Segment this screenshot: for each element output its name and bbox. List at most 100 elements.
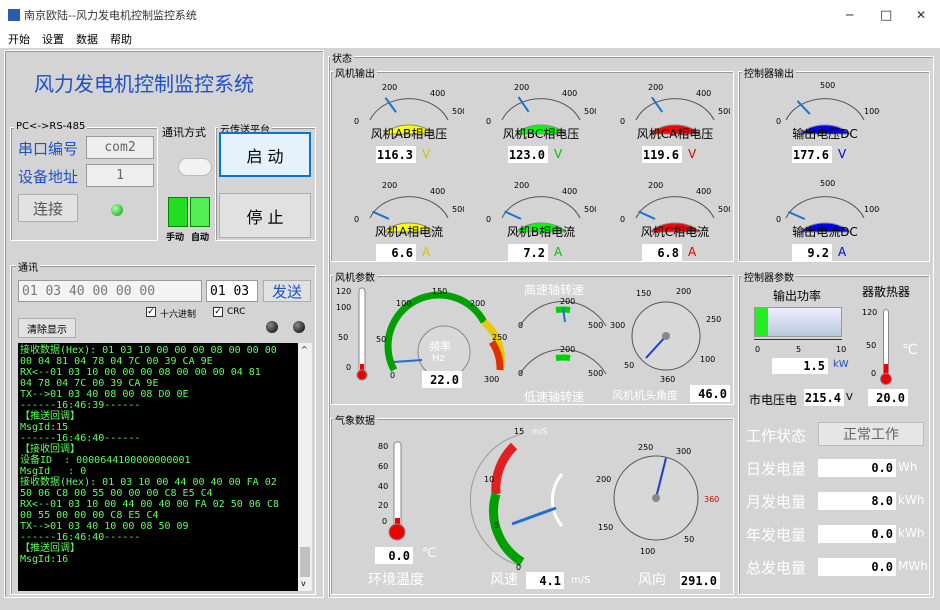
thermo-tick: 120 (336, 287, 351, 296)
wind-output-label: 风机输出 (333, 65, 377, 80)
console-scrollbar[interactable]: ^ v (298, 343, 312, 591)
thermo-tube (358, 287, 366, 373)
heat-tick: 120 (862, 308, 878, 317)
gauge-label: 输出电压DC (792, 127, 858, 141)
thermo-tick: 100 (336, 303, 351, 312)
crc-checkbox[interactable]: ✓ (213, 307, 223, 317)
gauge-value: 116.3 (376, 146, 416, 163)
gauge-unit: A (554, 245, 563, 259)
clear-display-button[interactable]: 清除显示 (18, 318, 76, 338)
freq-unit: Hz (432, 353, 445, 364)
send-data-input[interactable]: 01 03 40 00 00 00 (18, 280, 202, 302)
thermo-tick: 0 (346, 363, 351, 372)
high-shaft-tick: 0 (518, 321, 523, 330)
mains-unit: V (846, 392, 853, 403)
hex-checkbox[interactable]: ✓ (146, 307, 156, 317)
connection-led (111, 204, 123, 216)
energy-label: 总发电量 (746, 559, 807, 577)
address-label: 设备地址 (18, 168, 79, 186)
wind-dir-label: 风向 (638, 572, 666, 588)
menu-start[interactable]: 开始 (8, 31, 30, 47)
freq-tick: 200 (470, 299, 485, 308)
maximize-button[interactable]: □ (880, 8, 892, 23)
manual-label: 手动 (166, 233, 185, 243)
manual-switch[interactable] (168, 197, 188, 227)
gauge-needle (384, 97, 397, 113)
freq-tick: 0 (390, 371, 395, 380)
wind-needle (511, 506, 557, 526)
head-tick: 200 (676, 287, 691, 296)
head-tick: 300 (610, 321, 625, 330)
heat-unit: ℃ (902, 342, 918, 358)
gauge-tick: 500 (452, 205, 464, 214)
gauge-value: 7.2 (508, 244, 548, 261)
address-field[interactable]: 1 (86, 164, 154, 187)
temp-tick: 0 (382, 517, 387, 526)
crc-checkbox-label: CRC (227, 307, 246, 317)
dir-tick: 150 (598, 523, 613, 532)
gauge-tick: 500 (820, 179, 835, 188)
comm-mode-toggle[interactable] (178, 158, 212, 176)
wind-tick: 0 (516, 563, 521, 572)
tx-led (293, 321, 305, 333)
freq-tick: 100 (396, 299, 411, 308)
console-output: 接收数据(Hex): 01 03 10 00 00 00 08 00 00 00… (18, 343, 298, 591)
freq-needle (393, 359, 423, 363)
gauge-tick: 500 (584, 205, 596, 214)
wind-tick: 10 (484, 475, 494, 484)
high-shaft-tick: 500 (588, 321, 603, 330)
work-status-label: 工作状态 (746, 427, 807, 445)
menu-data[interactable]: 数据 (76, 31, 98, 47)
close-button[interactable]: ✕ (916, 8, 926, 22)
dir-tick: 250 (638, 443, 653, 452)
gauge-unit: V (688, 147, 697, 161)
energy-value: 8.0 (818, 492, 896, 510)
wind-tick: 15 (514, 427, 524, 436)
gauge-tick: 400 (562, 187, 577, 196)
temp-value: 0.0 (375, 547, 413, 564)
dir-tick: 100 (640, 547, 655, 556)
ctrl-output-label: 控制器输出 (742, 65, 796, 80)
window-title: 南京欧陆--风力发电机控制监控系统 (24, 9, 197, 22)
wind-speed-label: 风速 (490, 572, 518, 588)
minimize-button[interactable]: ─ (846, 8, 853, 22)
power-value: 1.5 (772, 358, 828, 374)
gauge-tick: 500 (820, 81, 835, 90)
stop-button[interactable]: 停 止 (219, 193, 311, 238)
head-tick: 50 (624, 361, 634, 370)
gauge-label: 风机C相电流 (640, 225, 710, 239)
head-tick: 150 (636, 289, 651, 298)
gauge-tick: 1000 (864, 205, 880, 214)
gauge-tick: 400 (430, 89, 445, 98)
temp-thermo-bulb (388, 523, 406, 541)
low-shaft-tick: 200 (560, 345, 575, 354)
menu-settings[interactable]: 设置 (42, 31, 64, 47)
wind-tick: 5 (494, 521, 499, 530)
gauge-tick: 200 (382, 181, 397, 190)
gauge-needle (372, 210, 390, 220)
send-button[interactable]: 发送 (263, 280, 311, 302)
temp-tick: 20 (378, 501, 388, 510)
comm-group-label: 通讯 (16, 259, 40, 274)
energy-unit: Wh (898, 460, 918, 474)
dir-tick: 360 (704, 495, 719, 504)
gauge-label: 风机B相电流 (506, 225, 576, 239)
energy-unit: MWh (898, 559, 928, 573)
start-button[interactable]: 启 动 (219, 132, 311, 177)
energy-unit: kWh (898, 526, 925, 540)
power-bar (754, 307, 842, 337)
work-status-value: 正常工作 (818, 422, 924, 446)
gauge-tick: 400 (696, 89, 711, 98)
connect-button[interactable]: 连接 (18, 194, 78, 222)
comm-mode-label: 通讯方式 (162, 126, 206, 139)
gauge-value: 119.6 (642, 146, 682, 163)
energy-value: 0.0 (818, 525, 896, 543)
port-field[interactable]: com2 (86, 136, 154, 159)
power-tick: 0 (755, 345, 761, 354)
crc-input[interactable]: 01 03 (206, 280, 258, 302)
gauge-tick: 500 (718, 107, 730, 116)
low-shaft-tick: 0 (518, 369, 523, 378)
menu-help[interactable]: 帮助 (110, 31, 132, 47)
gauge-unit: A (688, 245, 697, 259)
auto-switch[interactable] (190, 197, 210, 227)
